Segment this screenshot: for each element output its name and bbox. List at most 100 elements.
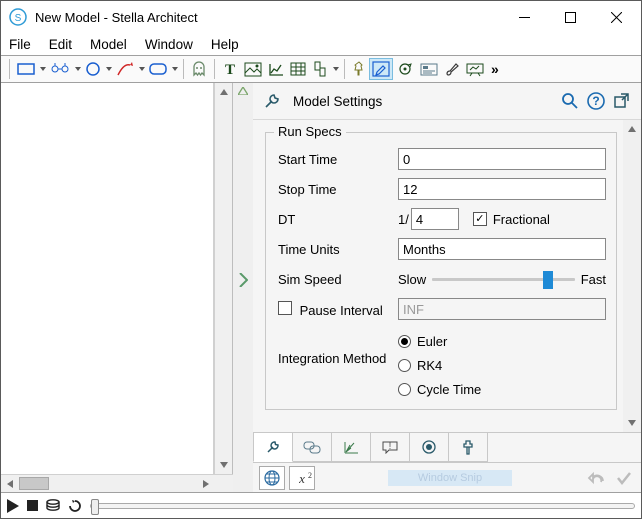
sim-speed-thumb[interactable] <box>543 271 553 289</box>
integration-rk4-radio[interactable] <box>398 359 411 372</box>
panel-collapse-handle[interactable] <box>238 273 248 287</box>
canvas-vertical-scrollbar[interactable] <box>214 83 232 474</box>
start-time-label: Start Time <box>278 152 398 167</box>
numeric-display-button[interactable] <box>309 58 331 80</box>
sim-speed-slow-label: Slow <box>398 272 426 287</box>
loop-tool-button[interactable] <box>393 58 417 80</box>
menu-file[interactable]: File <box>9 37 31 52</box>
tab-settings[interactable] <box>253 433 293 462</box>
story-tool-button[interactable] <box>417 58 441 80</box>
tab-target[interactable] <box>409 433 449 462</box>
panel-footer: x2 Window Snip <box>253 462 641 492</box>
play-button[interactable] <box>7 499 19 513</box>
restore-button[interactable] <box>68 499 82 513</box>
menu-model[interactable]: Model <box>90 37 127 52</box>
svg-text:2: 2 <box>308 471 312 480</box>
pause-interval-checkbox[interactable] <box>278 301 292 315</box>
panel-header: Model Settings ? <box>253 83 641 119</box>
data-button[interactable] <box>46 499 60 513</box>
integration-method-label: Integration Method <box>278 329 398 366</box>
flow-tool-dropdown[interactable] <box>74 67 82 71</box>
stop-button[interactable] <box>27 500 38 511</box>
presentation-button[interactable] <box>463 58 487 80</box>
globe-button[interactable] <box>259 466 285 490</box>
time-units-label: Time Units <box>278 242 398 257</box>
panel-scroll-up-icon[interactable] <box>623 120 641 138</box>
svg-text:?: ? <box>592 94 599 108</box>
sim-speed-fast-label: Fast <box>581 272 606 287</box>
module-tool-button[interactable] <box>146 58 170 80</box>
canvas-column <box>1 83 233 492</box>
tab-styles[interactable] <box>448 433 488 462</box>
undo-button[interactable] <box>585 467 607 489</box>
maximize-button[interactable] <box>547 1 593 33</box>
integration-cycletime-radio[interactable] <box>398 383 411 396</box>
properties-panel: Model Settings ? Run Specs Start Time <box>253 83 641 492</box>
stop-time-input[interactable] <box>398 178 606 200</box>
menu-edit[interactable]: Edit <box>49 37 72 52</box>
tab-modules[interactable] <box>292 433 332 462</box>
svg-text:S: S <box>15 13 22 24</box>
canvas-horizontal-scrollbar[interactable] <box>1 475 215 492</box>
module-tool-dropdown[interactable] <box>171 67 179 71</box>
connector-tool-dropdown[interactable] <box>138 67 146 71</box>
ghost-tool-button[interactable] <box>188 58 210 80</box>
converter-tool-button[interactable] <box>82 58 104 80</box>
tab-messages[interactable]: ! <box>370 433 410 462</box>
table-tool-button[interactable] <box>287 58 309 80</box>
panel-vertical-scrollbar[interactable] <box>623 120 641 432</box>
window-snip-hint: Window Snip <box>388 470 512 486</box>
time-units-input[interactable] <box>398 238 606 260</box>
run-specs-legend: Run Specs <box>274 124 346 139</box>
graphics-tool-button[interactable] <box>241 58 265 80</box>
model-canvas[interactable] <box>1 83 214 474</box>
playback-bar <box>1 492 641 518</box>
popout-icon[interactable] <box>613 92 631 110</box>
playback-slider[interactable] <box>90 503 635 509</box>
graph-tool-button[interactable] <box>265 58 287 80</box>
edit-mode-button[interactable] <box>369 58 393 80</box>
scroll-up-icon[interactable] <box>215 83 232 101</box>
numeric-display-dropdown[interactable] <box>332 67 340 71</box>
dt-input[interactable] <box>411 208 459 230</box>
scroll-thumb[interactable] <box>19 477 49 490</box>
start-time-input[interactable] <box>398 148 606 170</box>
minimize-button[interactable] <box>501 1 547 33</box>
gutter-top-arrow-icon[interactable] <box>238 87 248 95</box>
pause-interval-input <box>398 298 606 320</box>
tab-sensitivity[interactable] <box>331 433 371 462</box>
confirm-button[interactable] <box>613 467 635 489</box>
wrench-icon <box>263 92 281 110</box>
dt-label: DT <box>278 212 398 227</box>
playback-thumb[interactable] <box>91 499 99 515</box>
sim-speed-slider[interactable] <box>432 278 575 281</box>
menu-help[interactable]: Help <box>211 37 239 52</box>
titlebar: S New Model - Stella Architect <box>1 1 641 33</box>
stock-tool-button[interactable] <box>14 58 38 80</box>
flow-tool-button[interactable] <box>47 58 73 80</box>
pushpin-button[interactable] <box>349 58 369 80</box>
integration-euler-radio[interactable] <box>398 335 411 348</box>
toolbar-overflow-button[interactable]: » <box>487 61 503 77</box>
scroll-left-icon[interactable] <box>1 480 19 488</box>
fractional-checkbox[interactable] <box>473 212 487 226</box>
scroll-down-icon[interactable] <box>215 456 232 474</box>
connector-tool-button[interactable] <box>113 58 137 80</box>
help-icon[interactable]: ? <box>587 92 605 110</box>
search-icon[interactable] <box>561 92 579 110</box>
equation-button[interactable]: x2 <box>289 466 315 490</box>
body-area: Model Settings ? Run Specs Start Time <box>1 83 641 492</box>
text-tool-button[interactable]: T <box>219 58 241 80</box>
menu-window[interactable]: Window <box>145 37 193 52</box>
sim-speed-label: Sim Speed <box>278 272 398 287</box>
window-title: New Model - Stella Architect <box>35 10 501 25</box>
scroll-right-icon[interactable] <box>197 480 215 488</box>
svg-text:x: x <box>298 471 305 486</box>
window-controls <box>501 1 639 33</box>
app-logo-icon: S <box>9 8 27 26</box>
close-button[interactable] <box>593 1 639 33</box>
paintbrush-button[interactable] <box>441 58 463 80</box>
stock-tool-dropdown[interactable] <box>39 67 47 71</box>
converter-tool-dropdown[interactable] <box>105 67 113 71</box>
panel-scroll-down-icon[interactable] <box>623 414 641 432</box>
